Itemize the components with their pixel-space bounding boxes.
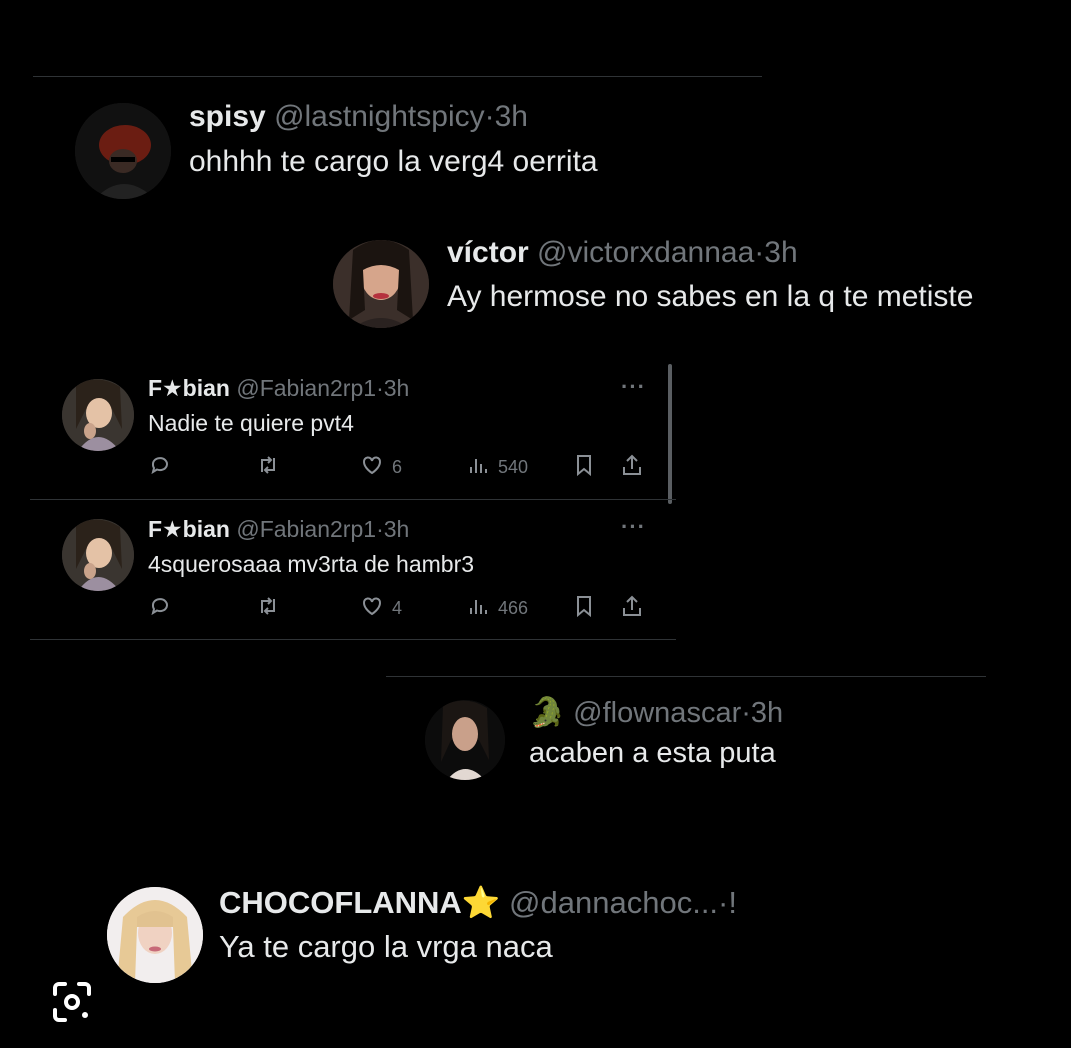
views-icon <box>466 453 490 482</box>
views-button[interactable]: 466 <box>466 594 528 623</box>
username[interactable]: @Fabian2rp1 <box>236 516 376 542</box>
avatar-fabian[interactable] <box>62 519 134 591</box>
tweet-header: 🐊 @flownascar·3h <box>529 696 783 730</box>
more-options-button[interactable]: ··· <box>621 374 646 400</box>
timestamp[interactable]: 3h <box>495 100 528 133</box>
share-icon <box>620 594 644 623</box>
like-count: 4 <box>392 598 403 618</box>
display-name[interactable]: CHOCOFLANNA⭐ <box>219 885 500 920</box>
retweet-icon <box>256 594 280 623</box>
retweet-icon <box>256 453 280 482</box>
tweet-header: víctor @victorxdannaa·3h <box>447 236 798 270</box>
share-button[interactable] <box>620 453 644 482</box>
like-count: 6 <box>392 457 403 477</box>
display-name[interactable]: spisy <box>189 100 266 133</box>
avatar-chocoflanna[interactable] <box>107 887 203 983</box>
share-button[interactable] <box>620 594 644 623</box>
avatar-flownascar[interactable] <box>425 700 505 780</box>
tweet-text: Ay hermose no sabes en la q te metiste <box>447 280 974 313</box>
reply-button[interactable] <box>148 594 172 623</box>
reply-button[interactable] <box>148 453 172 482</box>
scrollbar[interactable] <box>668 364 672 504</box>
timestamp[interactable]: ! <box>728 885 737 920</box>
separator-dot: · <box>754 236 765 269</box>
divider <box>30 499 676 500</box>
tweet-actions: 6 540 <box>148 453 648 479</box>
separator-dot: · <box>741 697 751 729</box>
like-button[interactable]: 4 <box>360 594 402 623</box>
display-name[interactable]: F★bian <box>148 375 230 401</box>
username[interactable]: @Fabian2rp1 <box>236 375 376 401</box>
bookmark-icon <box>572 594 596 623</box>
more-options-button[interactable]: ··· <box>621 514 646 540</box>
separator-dot: · <box>484 100 495 133</box>
divider <box>386 676 986 677</box>
username[interactable]: @dannachoc... <box>509 885 718 920</box>
bookmark-button[interactable] <box>572 594 596 623</box>
tweet-header: CHOCOFLANNA⭐ @dannachoc...·! <box>219 884 737 921</box>
divider-top <box>33 76 762 77</box>
username[interactable]: @flownascar <box>573 697 741 729</box>
timestamp[interactable]: 3h <box>384 516 410 542</box>
bookmark-button[interactable] <box>572 453 596 482</box>
timestamp[interactable]: 3h <box>384 375 410 401</box>
view-count: 540 <box>498 457 529 477</box>
avatar-fabian[interactable] <box>62 379 134 451</box>
bookmark-icon <box>572 453 596 482</box>
share-icon <box>620 453 644 482</box>
avatar-spisy[interactable] <box>75 103 171 199</box>
google-lens-icon[interactable] <box>50 980 94 1024</box>
avatar-victor[interactable] <box>333 240 429 328</box>
tweet-text: acaben a esta puta <box>529 737 776 769</box>
tweet-text: Nadie te quiere pvt4 <box>148 410 354 436</box>
display-name[interactable]: víctor <box>447 236 529 269</box>
username[interactable]: @victorxdannaa <box>537 236 754 269</box>
like-button[interactable]: 6 <box>360 453 402 482</box>
tweet-header: spisy @lastnightspicy·3h <box>189 100 528 134</box>
divider <box>30 639 676 640</box>
separator-dot: · <box>718 885 729 920</box>
separator-dot: · <box>376 375 384 401</box>
display-name[interactable]: F★bian <box>148 516 230 542</box>
reply-icon <box>148 594 172 623</box>
retweet-button[interactable] <box>256 594 280 623</box>
display-name-emoji[interactable]: 🐊 <box>529 697 565 729</box>
timestamp[interactable]: 3h <box>751 697 783 729</box>
username[interactable]: @lastnightspicy <box>274 100 485 133</box>
heart-icon <box>360 453 384 482</box>
views-button[interactable]: 540 <box>466 453 528 482</box>
view-count: 466 <box>498 598 529 618</box>
tweet-text: Ya te cargo la vrga naca <box>219 929 553 964</box>
tweet-text: 4squerosaaa mv3rta de hambr3 <box>148 551 475 577</box>
separator-dot: · <box>376 516 384 542</box>
heart-icon <box>360 594 384 623</box>
views-icon <box>466 594 490 623</box>
tweet-header: F★bian @Fabian2rp1·3h <box>148 516 409 543</box>
reply-icon <box>148 453 172 482</box>
tweet-text: ohhhh te cargo la verg4 oerrita <box>189 145 598 178</box>
timestamp[interactable]: 3h <box>764 236 797 269</box>
retweet-button[interactable] <box>256 453 280 482</box>
tweet-actions: 4 466 <box>148 594 648 620</box>
tweet-header: F★bian @Fabian2rp1·3h <box>148 375 409 402</box>
